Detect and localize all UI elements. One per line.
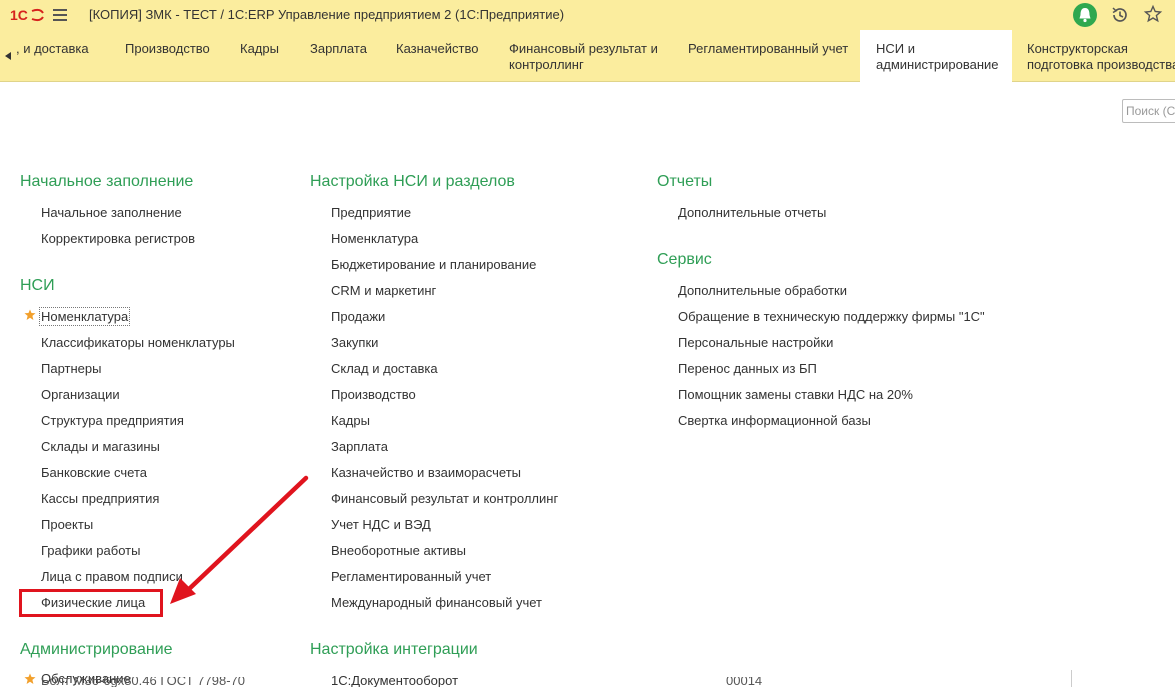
link-additional-reports[interactable]: Дополнительные отчеты	[678, 205, 826, 220]
group-nsi-title: НСИ	[20, 277, 55, 294]
link-set-nomenclature[interactable]: Номенклатура	[331, 231, 418, 246]
link-cash-desks[interactable]: Кассы предприятия	[41, 491, 159, 506]
link-projects[interactable]: Проекты	[41, 517, 93, 532]
link-set-production[interactable]: Производство	[331, 387, 416, 402]
section-hr[interactable]: Кадры	[240, 41, 279, 57]
section-design-preparation[interactable]: Конструкторская подготовка производства	[1027, 41, 1175, 73]
link-warehouses-stores[interactable]: Склады и магазины	[41, 439, 160, 454]
link-nomenclature-classifiers[interactable]: Классификаторы номенклатуры	[41, 335, 235, 350]
underlying-list-overflow: Болт М36-6gx80.46 ГОСТ 7798-70 00014	[0, 677, 1175, 687]
favorite-star-icon	[24, 309, 36, 320]
link-work-schedules[interactable]: Графики работы	[41, 543, 140, 558]
link-set-sales[interactable]: Продажи	[331, 309, 385, 324]
link-register-correction[interactable]: Корректировка регистров	[41, 231, 195, 246]
link-set-vat[interactable]: Учет НДС и ВЭД	[331, 517, 431, 532]
link-set-salary[interactable]: Зарплата	[331, 439, 388, 454]
link-set-crm[interactable]: CRM и маркетинг	[331, 283, 436, 298]
link-set-enterprise[interactable]: Предприятие	[331, 205, 411, 220]
section-nsi-admin[interactable]: НСИ и администрирование	[860, 30, 1012, 82]
link-enterprise-structure[interactable]: Структура предприятия	[41, 413, 184, 428]
link-data-transfer-bp[interactable]: Перенос данных из БП	[678, 361, 817, 376]
link-set-financial-result[interactable]: Финансовый результат и контроллинг	[331, 491, 558, 506]
link-db-collapse[interactable]: Свертка информационной базы	[678, 413, 871, 428]
link-set-ifrs[interactable]: Международный финансовый учет	[331, 595, 542, 610]
group-service-title: Сервис	[657, 251, 712, 268]
link-nomenclature[interactable]: Номенклатура	[39, 307, 131, 326]
overflow-left-text: Болт М36-6gx80.46 ГОСТ 7798-70	[41, 677, 245, 687]
divider	[1071, 670, 1072, 687]
sections-panel: , и доставка Производство Кадры Зарплата…	[0, 30, 1175, 82]
link-set-treasury[interactable]: Казначейство и взаиморасчеты	[331, 465, 521, 480]
section-regulated-accounting[interactable]: Регламентированный учет	[688, 41, 848, 57]
search-input[interactable]: Поиск (C	[1122, 99, 1175, 123]
link-set-purchases[interactable]: Закупки	[331, 335, 378, 350]
group-reports-title: Отчеты	[657, 173, 713, 190]
window-title: [КОПИЯ] ЗМК - ТЕСТ / 1С:ERP Управление п…	[89, 7, 565, 22]
section-financial-result[interactable]: Финансовый результат и контроллинг	[509, 41, 658, 73]
group-admin-title: Администрирование	[20, 641, 173, 658]
link-signatories[interactable]: Лица с правом подписи	[41, 569, 183, 584]
group-initial-title: Начальное заполнение	[20, 173, 194, 190]
group-settings-title: Настройка НСИ и разделов	[310, 173, 515, 190]
link-partners[interactable]: Партнеры	[41, 361, 101, 376]
highlight-box	[19, 589, 163, 617]
notification-bell-icon[interactable]	[1073, 3, 1097, 27]
link-set-regulated[interactable]: Регламентированный учет	[331, 569, 491, 584]
title-bar: 1С [КОПИЯ] ЗМК - ТЕСТ / 1С:ERP Управлени…	[0, 0, 1175, 30]
1c-logo-icon[interactable]: 1С	[10, 7, 44, 23]
link-organizations[interactable]: Организации	[41, 387, 120, 402]
hamburger-menu-icon[interactable]	[53, 9, 67, 21]
group-integration-title: Настройка интеграции	[310, 641, 478, 658]
scroll-left-icon[interactable]	[0, 30, 16, 82]
section-sklad[interactable]: , и доставка	[16, 41, 89, 57]
svg-text:1С: 1С	[10, 7, 28, 23]
link-set-budgeting[interactable]: Бюджетирование и планирование	[331, 257, 536, 272]
link-personal-settings[interactable]: Персональные настройки	[678, 335, 833, 350]
favorite-star-icon[interactable]	[1143, 4, 1163, 24]
section-salary[interactable]: Зарплата	[310, 41, 367, 57]
link-initial-fill[interactable]: Начальное заполнение	[41, 205, 182, 220]
link-set-hr[interactable]: Кадры	[331, 413, 370, 428]
link-set-fixed-assets[interactable]: Внеоборотные активы	[331, 543, 466, 558]
overflow-right-text: 00014	[726, 677, 763, 687]
history-clock-icon[interactable]	[1110, 5, 1130, 25]
link-set-warehouse[interactable]: Склад и доставка	[331, 361, 438, 376]
section-treasury[interactable]: Казначейство	[396, 41, 478, 57]
link-support-request[interactable]: Обращение в техническую поддержку фирмы …	[678, 309, 985, 324]
section-production[interactable]: Производство	[125, 41, 210, 57]
link-vat-rate-wizard[interactable]: Помощник замены ставки НДС на 20%	[678, 387, 913, 402]
link-bank-accounts[interactable]: Банковские счета	[41, 465, 147, 480]
link-additional-processing[interactable]: Дополнительные обработки	[678, 283, 847, 298]
